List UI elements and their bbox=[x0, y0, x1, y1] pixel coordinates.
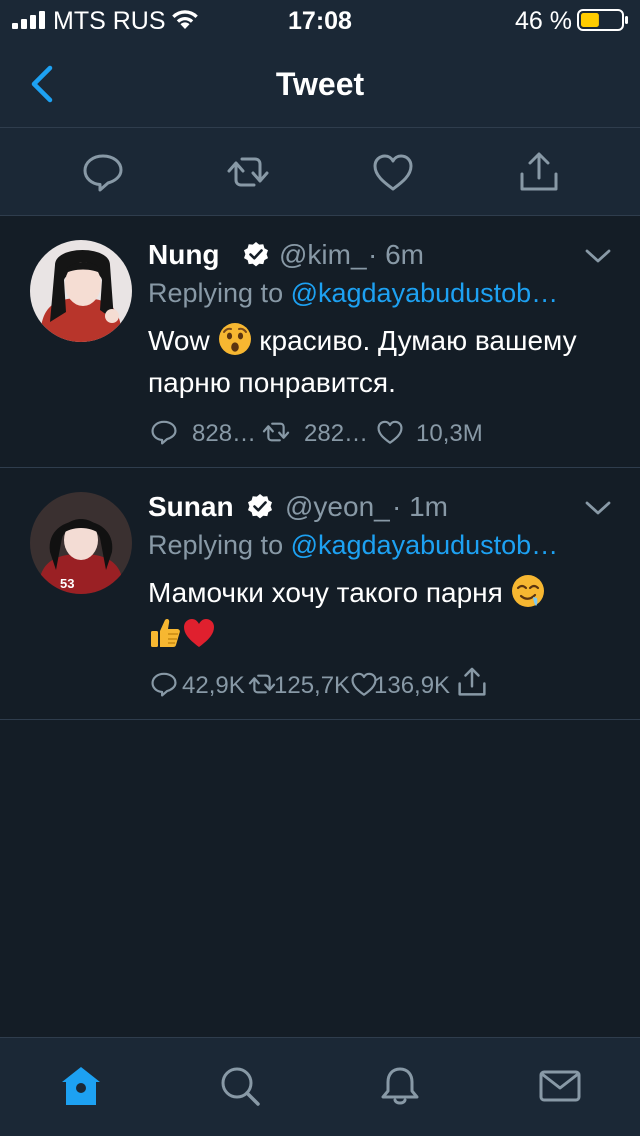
home-icon[interactable] bbox=[59, 1064, 103, 1108]
battery-percent: 46 % bbox=[515, 7, 572, 35]
navigation-bar: Tweet bbox=[0, 40, 640, 128]
status-bar: MTS RUS 17:08 46 % bbox=[0, 0, 640, 40]
like-count: 10,3M bbox=[416, 420, 483, 447]
tweet-text: Мамочки хочу такого парня bbox=[148, 572, 618, 656]
avatar[interactable] bbox=[30, 240, 132, 342]
header-region: MTS RUS 17:08 46 % Tweet bbox=[0, 0, 640, 216]
reply-count-button[interactable]: 42,9K bbox=[150, 668, 250, 702]
retweet-icon bbox=[248, 674, 276, 694]
retweet-count: 125,7K bbox=[274, 672, 351, 699]
red-heart-emoji-icon bbox=[184, 619, 214, 647]
verified-badge-icon bbox=[244, 242, 268, 267]
battery-icon bbox=[577, 9, 628, 31]
tweet-time: · 1m bbox=[392, 491, 448, 522]
mail-icon[interactable] bbox=[538, 1064, 582, 1108]
tweet-action-bar bbox=[0, 128, 640, 216]
share-icon[interactable] bbox=[517, 150, 561, 194]
like-count-button[interactable]: 10,3M bbox=[376, 416, 504, 450]
avatar[interactable]: 53 bbox=[30, 492, 132, 594]
heart-icon bbox=[377, 420, 403, 444]
reply-count: 42,9K bbox=[182, 672, 245, 699]
reply-icon bbox=[151, 420, 177, 445]
drooling-face-emoji-icon bbox=[511, 575, 544, 607]
author-handle[interactable]: @kim_ bbox=[279, 239, 367, 271]
tweet-text-start: Wow bbox=[148, 325, 218, 356]
reply-tweet[interactable]: 53 Sunan @yeon_ · 1m Replying to @kagday… bbox=[0, 468, 640, 720]
replying-to-line: Replying to @kagdayabudustob… bbox=[148, 530, 618, 561]
replying-to-mention[interactable]: @kagdayabudustob… bbox=[291, 530, 559, 560]
reply-count: 828… bbox=[192, 420, 257, 447]
hushed-face-emoji-icon bbox=[218, 323, 251, 355]
replying-to-line: Replying to @kagdayabudustob… bbox=[148, 278, 618, 309]
share-icon[interactable] bbox=[456, 666, 488, 698]
retweet-count-button[interactable]: 125,7K bbox=[248, 668, 352, 702]
like-count-button[interactable]: 136,9K bbox=[350, 668, 454, 702]
replying-to-label: Replying to bbox=[148, 278, 291, 308]
heart-icon[interactable] bbox=[371, 150, 415, 194]
svg-text:53: 53 bbox=[60, 576, 74, 591]
reply-icon[interactable] bbox=[81, 150, 125, 194]
author-name[interactable]: Nung bbox=[148, 239, 220, 271]
tab-bar bbox=[0, 1037, 640, 1136]
tweet-text-main: Мамочки хочу такого парня bbox=[148, 577, 503, 608]
author-name[interactable]: Sunan bbox=[148, 491, 234, 523]
reply-count-button[interactable]: 828… bbox=[150, 416, 260, 450]
search-icon[interactable] bbox=[218, 1064, 262, 1108]
page-title: Tweet bbox=[275, 66, 365, 102]
bell-icon[interactable] bbox=[378, 1064, 422, 1108]
tweet-time: · 6m bbox=[368, 239, 424, 270]
reply-tweet[interactable]: Nung @kim_ · 6m Replying to @kagdayabudu… bbox=[0, 216, 640, 468]
author-handle[interactable]: @yeon_ bbox=[285, 491, 390, 523]
chevron-down-icon[interactable] bbox=[584, 246, 612, 266]
retweet-icon bbox=[262, 422, 290, 442]
retweet-count-button[interactable]: 282… bbox=[262, 416, 374, 450]
reply-icon bbox=[151, 672, 177, 697]
verified-badge-icon bbox=[248, 494, 272, 519]
retweet-count: 282… bbox=[304, 420, 369, 447]
replying-to-label: Replying to bbox=[148, 530, 291, 560]
like-count: 136,9K bbox=[374, 672, 451, 699]
tweet-text: Wow красиво. Думаю вашему парню понравит… bbox=[148, 320, 618, 404]
thumbs-up-emoji-icon bbox=[151, 619, 180, 647]
replying-to-mention[interactable]: @kagdayabudustob… bbox=[291, 278, 559, 308]
retweet-icon[interactable] bbox=[226, 150, 270, 194]
chevron-down-icon[interactable] bbox=[584, 498, 612, 518]
